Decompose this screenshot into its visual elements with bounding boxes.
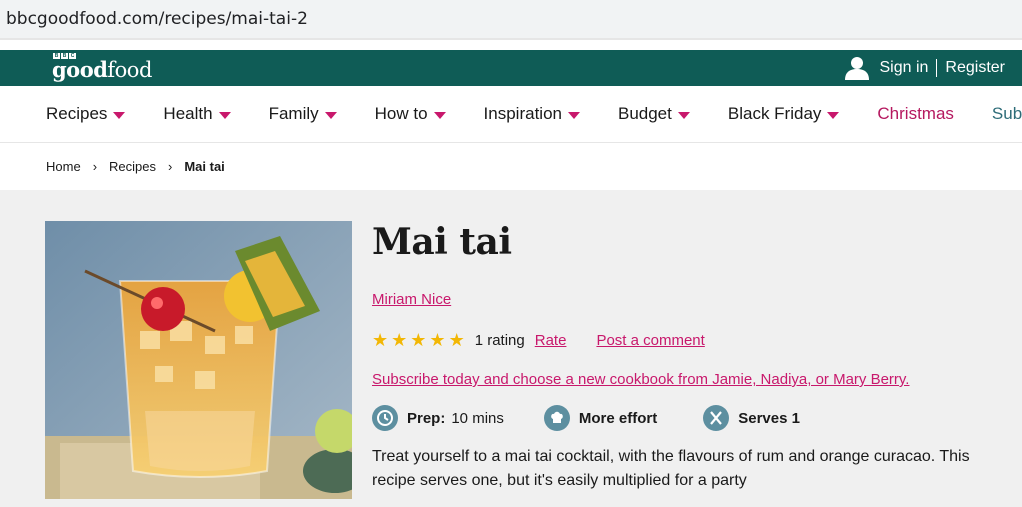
nav-subscribe[interactable]: Subscribe [992,104,1022,124]
caret-down-icon [113,111,126,119]
sign-in-link[interactable]: Sign in [880,59,929,77]
recipe-info: Mai tai Miriam Nice ★ ★ ★ ★ ★ 1 rating R… [372,220,1012,493]
rating-count: 1 rating [474,331,525,349]
serves-value: Serves 1 [738,409,800,427]
caret-down-icon [827,111,840,119]
register-link[interactable]: Register [945,59,1005,77]
star-icon: ★ [448,330,465,350]
prep-time: Prep: 10 mins [372,405,504,431]
rate-link[interactable]: Rate [535,332,567,349]
caret-down-icon [324,111,337,119]
breadcrumb-home[interactable]: Home [46,159,81,174]
star-icon: ★ [391,330,408,350]
goodfood-logo[interactable]: B B C goodfood [52,53,152,82]
caret-down-icon [567,111,580,119]
servings: Serves 1 [703,405,806,431]
recipe-header: Mai tai Miriam Nice ★ ★ ★ ★ ★ 1 rating R… [0,190,1022,507]
address-bar[interactable]: bbcgoodfood.com/recipes/mai-tai-2 [0,0,1022,40]
breadcrumb-current: Mai tai [184,159,225,174]
star-icon: ★ [429,330,446,350]
nav-family[interactable]: Family [269,104,337,124]
nav-health[interactable]: Health [163,104,231,124]
nav-inspiration[interactable]: Inspiration [484,104,580,124]
recipe-description: Treat yourself to a mai tai cocktail, wi… [372,448,970,489]
recipe-meta: Prep: 10 mins More effort Serves 1 [372,405,1012,431]
chevron-right-icon: › [92,159,98,174]
prep-value: 10 mins [451,409,504,427]
post-comment-link[interactable]: Post a comment [596,332,704,349]
divider [936,59,938,77]
prep-label: Prep: [407,409,446,427]
clock-icon [372,405,398,431]
star-icon: ★ [410,330,427,350]
star-icon: ★ [372,330,389,350]
caret-down-icon [218,111,231,119]
recipe-photo[interactable] [45,221,352,499]
nav-christmas[interactable]: Christmas [877,104,954,124]
star-rating[interactable]: ★ ★ ★ ★ ★ [372,331,465,349]
caret-down-icon [433,111,446,119]
cutlery-icon [703,405,730,431]
rating-row: ★ ★ ★ ★ ★ 1 rating Rate Post a comment [372,331,1012,349]
nav-recipes[interactable]: Recipes [46,104,126,124]
chevron-right-icon: › [168,159,173,174]
mai-tai-image [45,221,352,499]
bbc-blocks-logo: B B C [53,53,76,59]
subscribe-promo-link[interactable]: Subscribe today and choose a new cookboo… [372,371,909,388]
nav-black-friday[interactable]: Black Friday [728,104,840,124]
nav-budget[interactable]: Budget [618,104,690,124]
author-link[interactable]: Miriam Nice [372,291,451,308]
nav-how-to[interactable]: How to [375,104,446,124]
account-links: Sign in Register [844,56,1005,80]
caret-down-icon [677,111,690,119]
recipe-title: Mai tai [372,221,512,263]
difficulty: More effort [543,405,663,431]
chef-hat-icon [543,405,570,431]
url-text[interactable]: bbcgoodfood.com/recipes/mai-tai-2 [6,9,308,29]
breadcrumb: Home › Recipes › Mai tai [0,143,1022,190]
logo-wordmark: goodfood [52,57,152,82]
user-icon[interactable] [844,56,870,80]
site-header: B B C goodfood Sign in Register [0,50,1022,86]
difficulty-value: More effort [578,409,658,427]
breadcrumb-recipes[interactable]: Recipes [109,159,156,174]
main-nav: Recipes Health Family How to Inspiration… [0,86,1022,143]
